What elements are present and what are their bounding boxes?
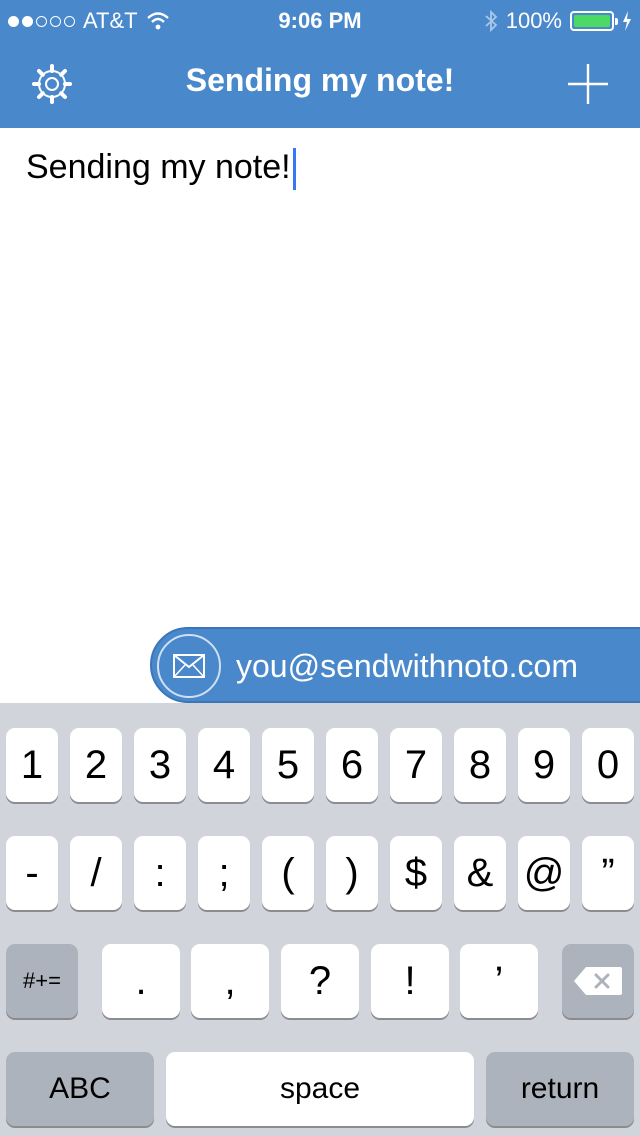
key-apostrophe[interactable]: ’ — [460, 944, 538, 1018]
navigation-bar: AT&T 9:06 PM 100% Sending my note! — [0, 0, 640, 128]
key-7[interactable]: 7 — [390, 728, 442, 802]
battery-percent: 100% — [505, 8, 562, 33]
text-cursor — [292, 148, 296, 191]
note-text-area[interactable]: Sending my note! — [26, 148, 296, 191]
key-exclamation[interactable]: ! — [371, 944, 449, 1018]
key-symbols-toggle[interactable]: #+= — [6, 944, 78, 1018]
key-space[interactable]: space — [166, 1052, 474, 1126]
recipient-email: you@sendwithnoto.com — [236, 648, 578, 684]
bluetooth-icon — [485, 10, 498, 32]
key-at[interactable]: @ — [518, 836, 570, 910]
key-quote[interactable]: ” — [582, 836, 634, 910]
key-6[interactable]: 6 — [326, 728, 378, 802]
envelope-icon-circle — [157, 634, 221, 698]
backspace-icon — [574, 967, 622, 995]
key-9[interactable]: 9 — [518, 728, 570, 802]
note-text: Sending my note! — [26, 148, 291, 186]
key-open-paren[interactable]: ( — [262, 836, 314, 910]
keyboard: 1 2 3 4 5 6 7 8 9 0 - / : ; ( ) $ & @ ” … — [0, 703, 640, 1136]
status-right: 100% — [484, 8, 632, 34]
status-bar: AT&T 9:06 PM 100% — [0, 0, 640, 40]
key-3[interactable]: 3 — [134, 728, 186, 802]
send-email-button[interactable]: you@sendwithnoto.com — [150, 627, 640, 703]
key-colon[interactable]: : — [134, 836, 186, 910]
envelope-icon — [173, 654, 205, 678]
battery-icon — [570, 11, 618, 31]
key-comma[interactable]: , — [191, 944, 269, 1018]
key-8[interactable]: 8 — [454, 728, 506, 802]
key-ampersand[interactable]: & — [454, 836, 506, 910]
key-period[interactable]: . — [102, 944, 180, 1018]
key-backspace[interactable] — [562, 944, 634, 1018]
key-slash[interactable]: / — [70, 836, 122, 910]
key-2[interactable]: 2 — [70, 728, 122, 802]
key-hyphen[interactable]: - — [6, 836, 58, 910]
key-dollar[interactable]: $ — [390, 836, 442, 910]
key-abc[interactable]: ABC — [6, 1052, 154, 1126]
key-1[interactable]: 1 — [6, 728, 58, 802]
key-4[interactable]: 4 — [198, 728, 250, 802]
plus-icon[interactable] — [566, 62, 610, 106]
key-0[interactable]: 0 — [582, 728, 634, 802]
key-semicolon[interactable]: ; — [198, 836, 250, 910]
note-editor[interactable]: Sending my note! — [0, 128, 640, 628]
page-title: Sending my note! — [185, 62, 455, 98]
key-close-paren[interactable]: ) — [326, 836, 378, 910]
key-5[interactable]: 5 — [262, 728, 314, 802]
charging-icon — [623, 11, 631, 31]
key-return[interactable]: return — [486, 1052, 634, 1126]
key-question[interactable]: ? — [281, 944, 359, 1018]
